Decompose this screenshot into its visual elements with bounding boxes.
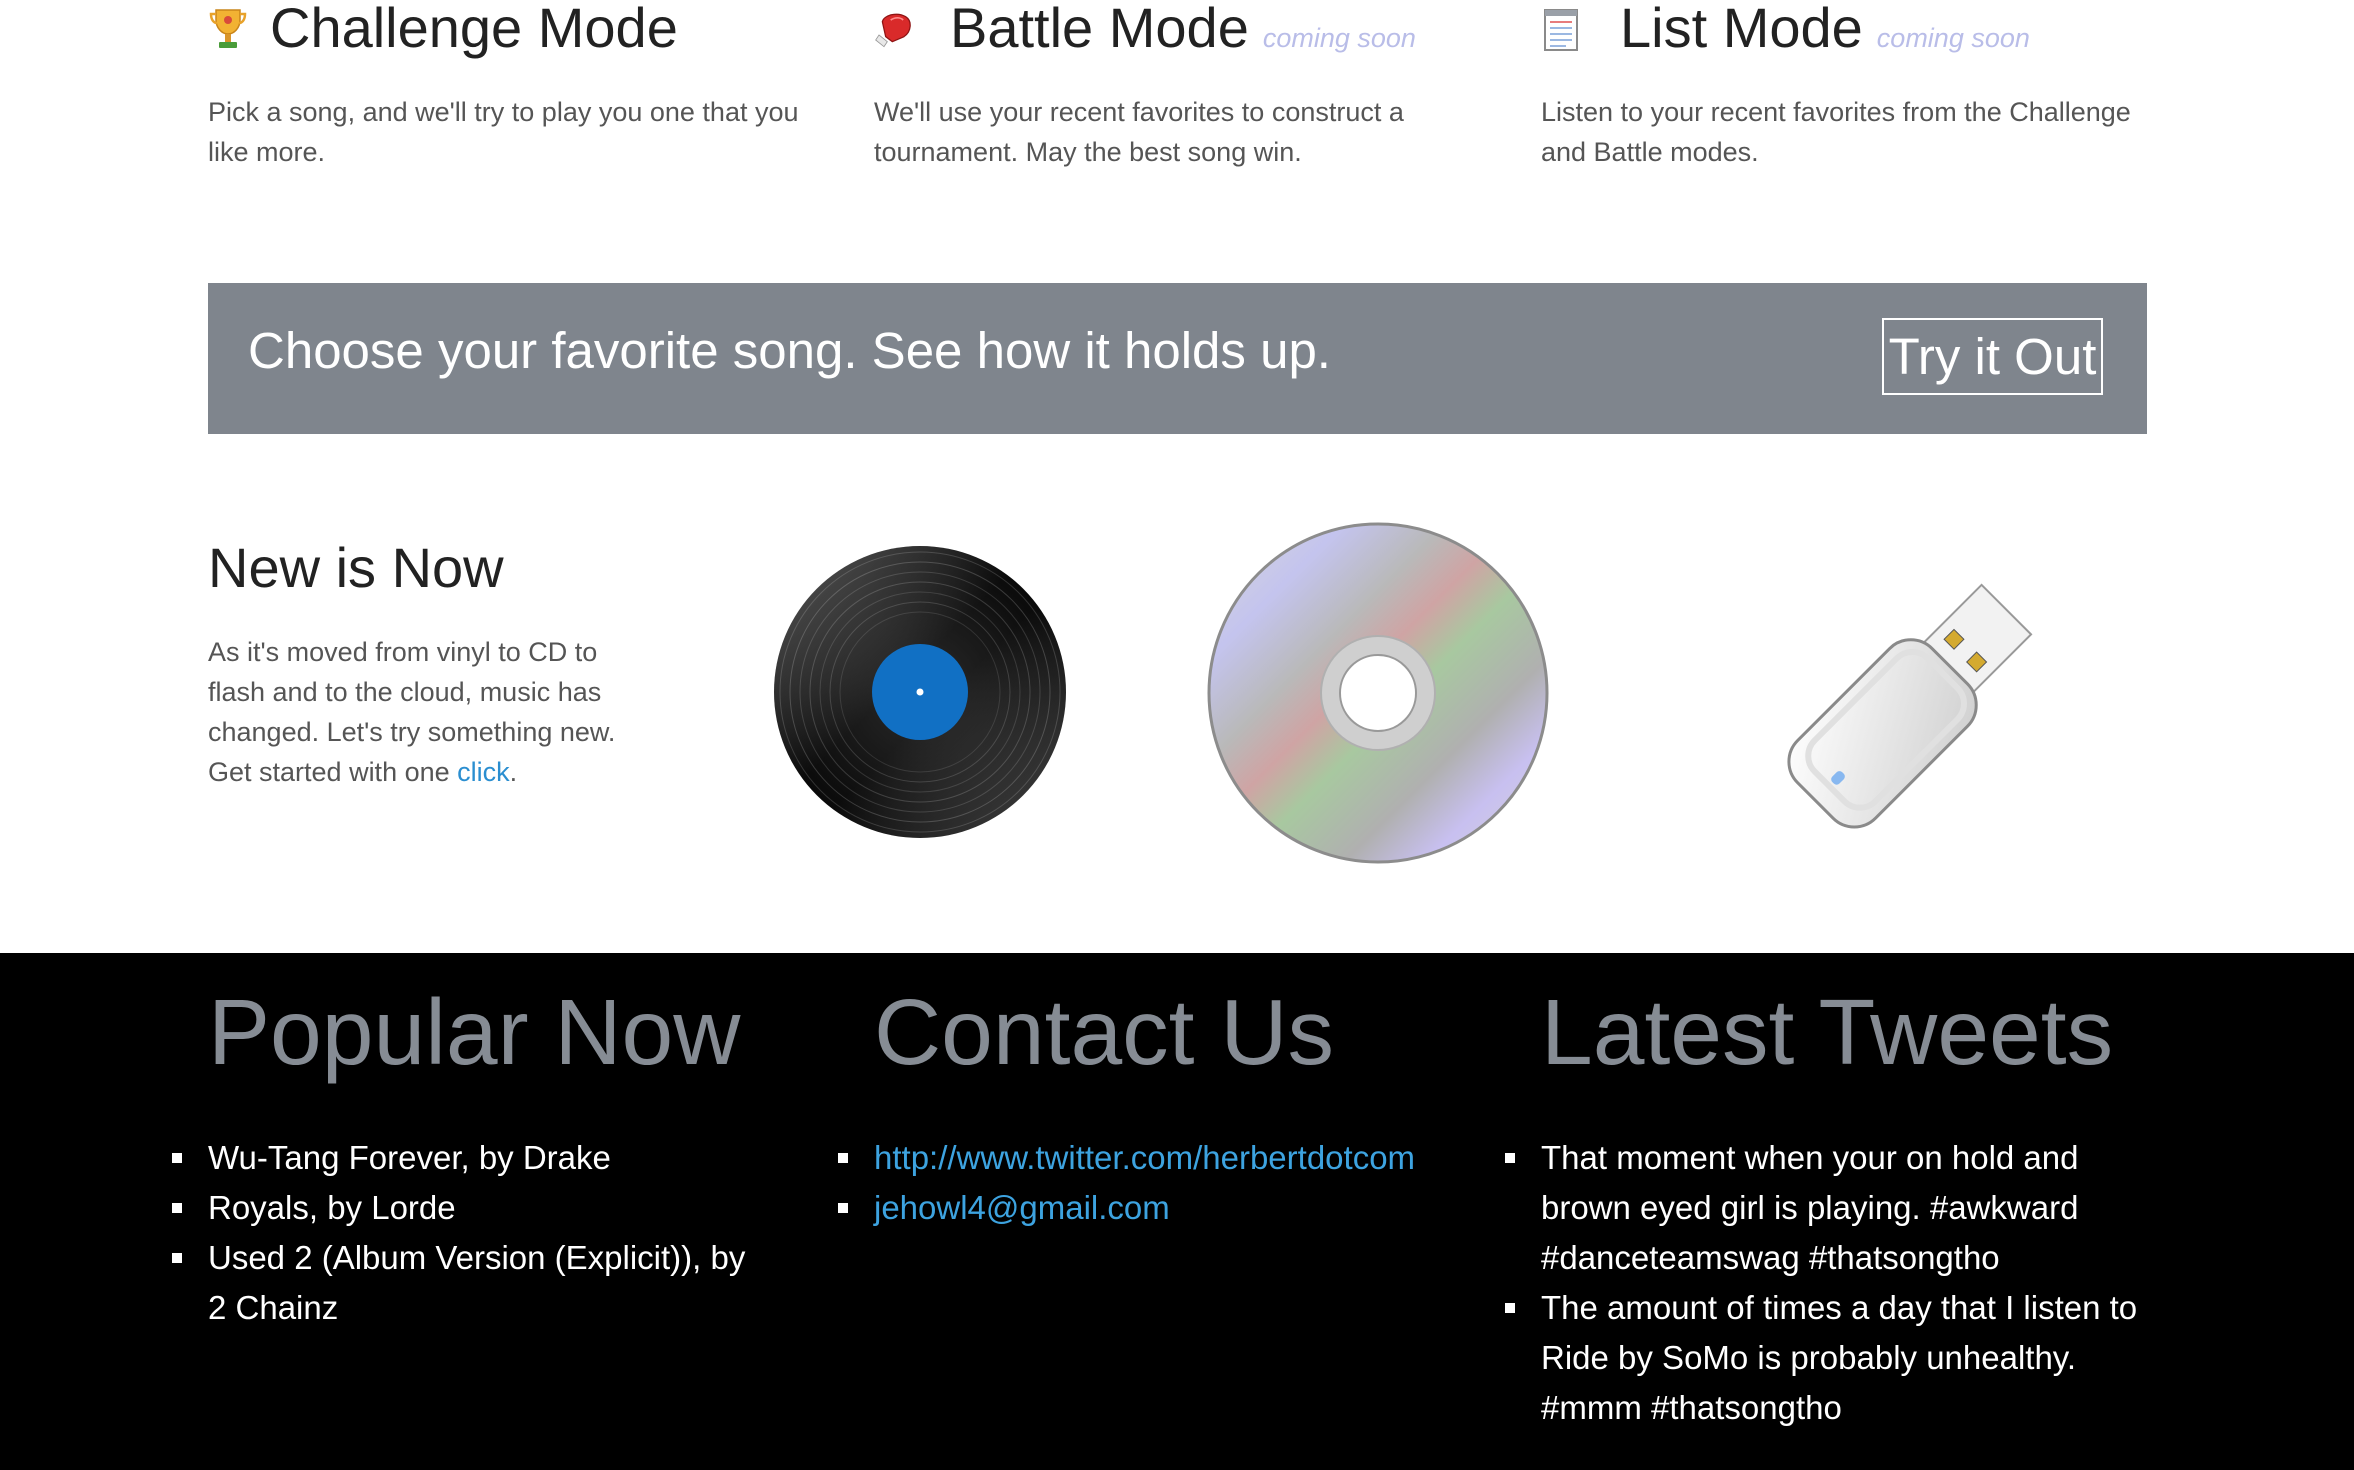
mode-description: Listen to your recent favorites from the… [1541,97,2131,167]
latest-tweets-title: Latest Tweets [1541,980,2114,1084]
mode-title: Battle Mode coming soon [950,0,1416,59]
notepad-icon [1544,9,1578,51]
trophy-icon [209,9,247,48]
vinyl-record-icon [774,546,1066,838]
section-title: New is Now [208,536,504,599]
list-mode-card: List Mode coming soon Listen to your rece… [1541,0,2141,167]
list-item: jehowl4@gmail.com [838,1183,1494,1233]
list-item: http://www.twitter.com/herbertdotcom [838,1133,1494,1183]
mode-title: Challenge Mode [270,0,678,59]
tweet-item: The amount of times a day that I listen … [1505,1283,2151,1433]
challenge-mode-card: Challenge Mode Pick a song, and we'll tr… [208,0,808,167]
banner-text: Choose your favorite song. See how it ho… [248,322,1331,379]
call-to-action-banner: Choose your favorite song. See how it ho… [208,283,2147,434]
section-description: As it's moved from vinyl to CD to flash … [208,637,616,787]
boxing-glove-icon [875,13,911,48]
contact-us-title: Contact Us [874,980,1335,1084]
tweet-item: That moment when your on hold and brown … [1505,1133,2151,1283]
coming-soon-badge: coming soon [1262,23,1416,53]
popular-now-title: Popular Now [208,980,741,1084]
mode-title: List Mode coming soon [1620,0,2030,59]
list-item: Royals, by Lorde [172,1183,768,1233]
usb-flash-drive-icon [1787,583,2033,829]
email-link[interactable]: jehowl4@gmail.com [874,1189,1170,1226]
list-item: Used 2 (Album Version (Explicit)), by 2 … [172,1233,768,1333]
battle-mode-card: Battle Mode coming soon We'll use your re… [874,0,1474,167]
mode-description: We'll use your recent favorites to const… [874,97,1404,167]
mode-description: Pick a song, and we'll try to play you o… [208,97,799,167]
page: Challenge Mode Pick a song, and we'll tr… [0,0,2354,1470]
cd-disc-icon [1207,522,1549,864]
footer: Popular Now Wu-Tang Forever, by Drake Ro… [0,953,2354,1470]
click-link[interactable]: click [457,757,510,787]
twitter-link[interactable]: http://www.twitter.com/herbertdotcom [874,1139,1415,1176]
coming-soon-badge: coming soon [1876,23,2030,53]
list-item: Wu-Tang Forever, by Drake [172,1133,768,1183]
try-it-out-button[interactable]: Try it Out [1882,318,2103,395]
